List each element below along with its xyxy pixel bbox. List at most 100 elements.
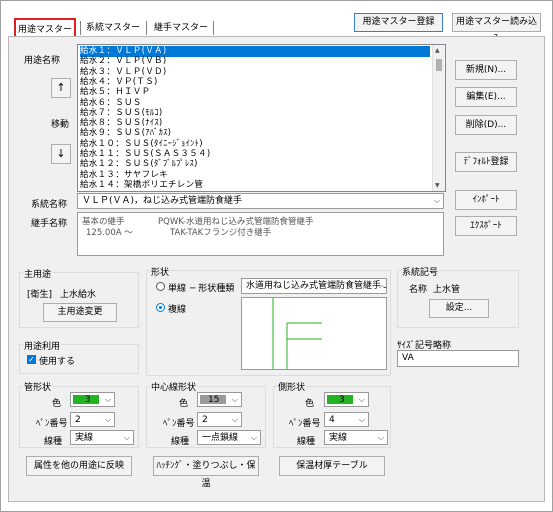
pipe-pen-select[interactable]: 2 ⌵ (70, 412, 115, 427)
usage-list-item[interactable]: 給水１４：架橋ポリエチレン管 (80, 180, 203, 191)
shape-type-label: ─ 形状種類 (190, 284, 235, 294)
tab-separator (146, 21, 147, 35)
chevron-down-icon: ⌵ (358, 415, 365, 424)
side-pen-label: ﾍﾟﾝ番号 (289, 419, 321, 429)
center-color-select[interactable]: 15 ⌵ (197, 392, 242, 407)
new-button[interactable]: 新規(N)... (455, 60, 517, 80)
size-abbr-input[interactable]: VA (397, 350, 519, 367)
system-name-value: ＶＬＰ(ＶＡ)，ねじ込み式管端防食継手 (82, 196, 243, 206)
pipe-color-value: 3 (85, 395, 91, 405)
scroll-up-arrow-icon[interactable]: ▲ (435, 47, 440, 54)
chevron-down-icon: ⌵ (358, 395, 365, 404)
side-pen-value: 4 (329, 415, 335, 425)
listbox-scrollbar[interactable]: ▲ ▼ (432, 45, 445, 191)
shape-preview (241, 297, 387, 370)
tab-label: 系統マスター (85, 23, 140, 33)
pipe-preview-drawing (272, 298, 322, 369)
chevron-down-icon: ⌵ (433, 196, 440, 205)
pipe-line-select[interactable]: 実線 ⌵ (70, 430, 134, 445)
system-name-label: 系統名称 (31, 200, 68, 210)
pipe-color-select[interactable]: 3 ⌵ (70, 392, 115, 407)
tab-fitting-master[interactable]: 継手マスター (150, 18, 212, 38)
chevron-down-icon: ⌵ (231, 415, 238, 424)
center-pen-select[interactable]: 2 ⌵ (197, 412, 242, 427)
double-line-radio[interactable] (156, 303, 165, 312)
center-color-label: 色 (179, 399, 189, 409)
chevron-down-icon: ⌵ (376, 281, 383, 290)
side-color-select[interactable]: 3 ⌵ (324, 392, 369, 407)
load-usage-master-button[interactable]: 用途マスター読み込み (452, 13, 541, 44)
chevron-down-icon: ⌵ (231, 395, 238, 404)
center-line-select[interactable]: 一点鎖線 ⌵ (197, 430, 261, 445)
tab-separator (213, 21, 214, 35)
pipe-shape-title: 管形状 (23, 380, 53, 393)
usage-use-title: 用途利用 (23, 339, 62, 352)
center-shape-title: 中心線形状 (150, 380, 198, 393)
symbol-settings-button[interactable]: 設定... (429, 299, 489, 318)
side-line-select[interactable]: 実線 ⌵ (324, 430, 388, 445)
move-label: 移動 (51, 120, 70, 130)
usage-name-label: 用途名称 (24, 56, 61, 66)
move-up-button[interactable]: ↑ (51, 78, 71, 98)
center-line-label: 線種 (171, 437, 190, 447)
scrollbar-thumb[interactable] (436, 59, 442, 71)
side-line-label: 線種 (297, 437, 316, 447)
register-usage-master-button[interactable]: 用途マスター登録 (354, 13, 443, 32)
system-name-select[interactable]: ＶＬＰ(ＶＡ)，ねじ込み式管端防食継手 ⌵ (77, 193, 444, 209)
center-line-value: 一点鎖線 (202, 433, 239, 443)
hatching-fill-insulation-button[interactable]: ﾊｯﾁﾝｸﾞ・塗りつぶし・保温 (153, 456, 259, 489)
center-color-value: 15 (208, 395, 220, 405)
chevron-down-icon: ⌵ (250, 433, 257, 442)
change-main-use-button[interactable]: 主用途変更 (43, 303, 117, 322)
main-use-value: 上水給水 (60, 290, 97, 300)
shape-type-select[interactable]: 水道用ねじ込み式管端防食管継手Ｊ ⌵ (241, 278, 387, 294)
fitting-name-label: 継手名称 (31, 219, 68, 229)
side-pen-select[interactable]: 4 ⌵ (324, 412, 369, 427)
pipe-line-value: 実線 (75, 433, 94, 443)
shape-type-value: 水道用ねじ込み式管端防食管継手Ｊ (246, 281, 387, 291)
insulation-thickness-table-button[interactable]: 保温材厚テーブル (279, 456, 385, 476)
usage-listbox[interactable]: 給水１：ＶＬＰ(ＶＡ) 給水２：ＶＬＰ(ＶＢ) 給水３：ＶＬＰ(ＶＤ) 給水４：ＶＰ(… (77, 44, 446, 192)
use-checkbox[interactable]: ✓ (27, 355, 36, 364)
pipe-line-label: 線種 (44, 437, 63, 447)
default-register-button[interactable]: ﾃﾞﾌｫﾙﾄ登録 (455, 152, 517, 172)
side-line-value: 実線 (329, 433, 348, 443)
pipe-pen-value: 2 (75, 415, 81, 425)
center-pen-value: 2 (202, 415, 208, 425)
double-line-label: 複線 (168, 305, 187, 315)
shape-title: 形状 (150, 265, 171, 278)
single-line-label: 単線 (168, 284, 187, 294)
move-down-button[interactable]: ↓ (51, 144, 71, 164)
fitting-name-box: 基本の継手 125.00A ～ PQWK-水道用ねじ込み式管端防食管継手 TAK… (77, 212, 444, 256)
single-line-radio[interactable] (156, 282, 165, 291)
down-arrow-icon: ↓ (56, 147, 66, 160)
use-checkbox-label: 使用する (39, 357, 76, 367)
system-symbol-name-label: 名称 (409, 285, 428, 295)
chevron-down-icon: ⌵ (104, 415, 111, 424)
import-button[interactable]: ｲﾝﾎﾟｰﾄ (455, 190, 517, 210)
side-shape-title: 側形状 (277, 380, 307, 393)
checkmark-icon: ✓ (28, 355, 35, 364)
reflect-attributes-button[interactable]: 属性を他の用途に反映 (26, 456, 132, 476)
tab-separator (80, 21, 81, 35)
edit-button[interactable]: 編集(E)... (455, 87, 517, 107)
tab-label: 継手マスター (153, 23, 208, 33)
fitting-col1-line2: 125.00A ～ (86, 228, 133, 238)
main-use-category: [衛生] (27, 290, 53, 300)
system-symbol-title: 系統記号 (401, 265, 440, 278)
center-pen-label: ﾍﾟﾝ番号 (163, 419, 195, 429)
chevron-down-icon: ⌵ (104, 395, 111, 404)
chevron-down-icon: ⌵ (123, 433, 130, 442)
delete-button[interactable]: 削除(D)... (455, 115, 517, 135)
side-color-value: 3 (339, 395, 345, 405)
scroll-down-arrow-icon[interactable]: ▼ (435, 182, 440, 189)
side-color-label: 色 (305, 399, 315, 409)
export-button[interactable]: ｴｸｽﾎﾟｰﾄ (455, 216, 517, 236)
system-symbol-name-value: 上水管 (433, 285, 461, 295)
up-arrow-icon: ↑ (56, 81, 66, 94)
pipe-pen-label: ﾍﾟﾝ番号 (36, 419, 68, 429)
tab-system-master[interactable]: 系統マスター (84, 18, 142, 38)
tab-label: 用途マスター (17, 25, 72, 35)
main-use-title: 主用途 (23, 267, 53, 280)
pipe-color-label: 色 (52, 399, 62, 409)
